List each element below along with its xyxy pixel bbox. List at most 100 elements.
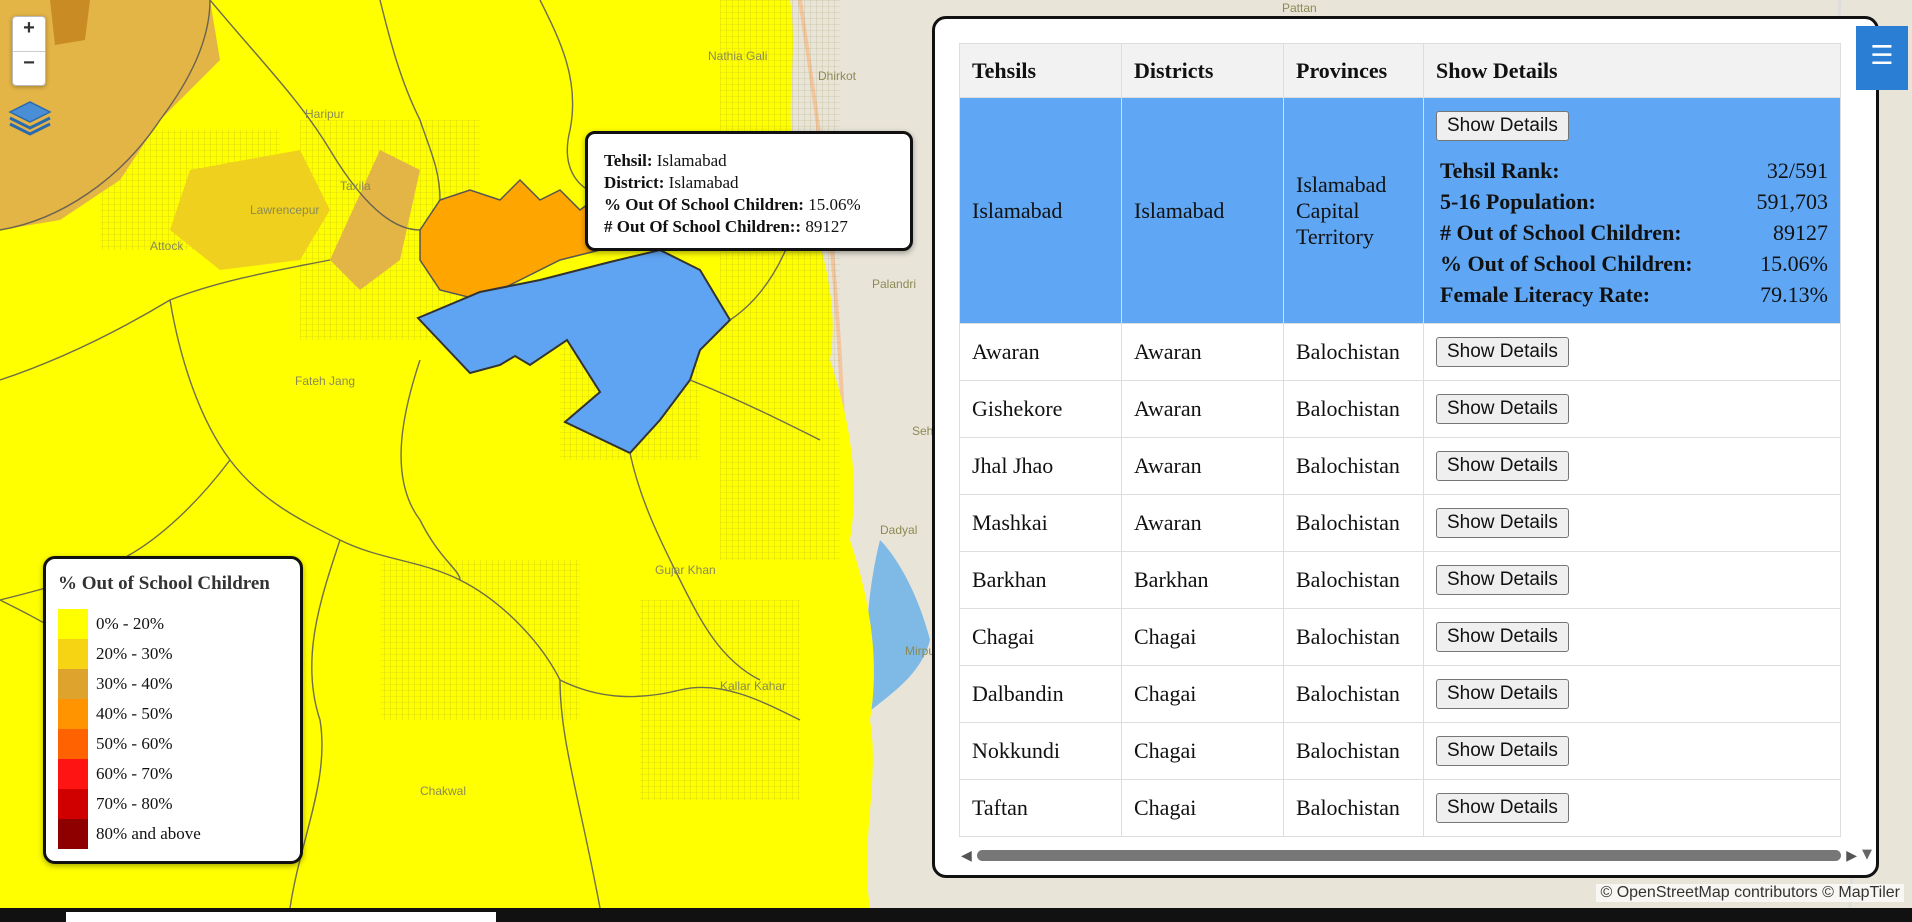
cell-details: Show Details (1423, 551, 1841, 609)
layers-icon[interactable] (6, 92, 54, 140)
table-header-row: Tehsils Districts Provinces Show Details (959, 43, 1841, 98)
show-details-button[interactable]: Show Details (1436, 736, 1569, 766)
detail-value: 79.13% (1760, 282, 1828, 307)
detail-label: Female Literacy Rate: (1440, 282, 1651, 307)
detail-label: # Out of School Children: (1440, 220, 1682, 245)
cell-district: Awaran (1121, 494, 1284, 552)
svg-text:Kallar Kahar: Kallar Kahar (720, 679, 786, 693)
legend-swatch (58, 789, 88, 819)
svg-text:Dhirkot: Dhirkot (818, 69, 857, 83)
scroll-left-arrow-icon[interactable]: ◀ (961, 848, 972, 864)
cell-district: Awaran (1121, 323, 1284, 381)
detail-value: 591,703 (1756, 189, 1829, 214)
show-details-button[interactable]: Show Details (1436, 337, 1569, 367)
legend-label: 30% - 40% (96, 674, 173, 693)
legend-item: 50% - 60% (58, 729, 288, 759)
scroll-right-arrow-icon[interactable]: ▶ (1846, 848, 1857, 864)
cell-district: Chagai (1121, 665, 1284, 723)
details-list: Tehsil Rank: 32/591 5-16 Population: 591,70… (1436, 155, 1828, 310)
svg-text:Lawrencepur: Lawrencepur (250, 203, 319, 217)
zoom-in-button[interactable]: + (13, 17, 45, 51)
show-details-button[interactable]: Show Details (1436, 508, 1569, 538)
tooltip-pct-value: 15.06% (808, 195, 861, 214)
cell-details: Show Details (1423, 608, 1841, 666)
table-row[interactable]: Nokkundi Chagai Balochistan Show Details (959, 722, 1841, 780)
detail-value: 89127 (1773, 220, 1828, 245)
horizontal-scrollbar[interactable]: ◀ ▶ (959, 845, 1859, 864)
cell-province: Balochistan (1283, 323, 1424, 381)
cell-details: Show Details (1423, 323, 1841, 381)
table-row[interactable]: Barkhan Barkhan Balochistan Show Details (959, 551, 1841, 609)
show-details-button[interactable]: Show Details (1436, 622, 1569, 652)
details-panel: Tehsils Districts Provinces Show Details… (932, 16, 1879, 878)
header-tehsils[interactable]: Tehsils (959, 43, 1122, 98)
svg-text:Pattan: Pattan (1282, 1, 1317, 15)
detail-label: 5-16 Population: (1440, 189, 1596, 214)
cell-tehsil: Dalbandin (959, 665, 1122, 723)
tooltip-tehsil-label: Tehsil: (604, 151, 653, 170)
legend-swatch (58, 819, 88, 849)
legend-swatch (58, 609, 88, 639)
cell-tehsil: Nokkundi (959, 722, 1122, 780)
detail-row: Female Literacy Rate: 79.13% (1436, 279, 1828, 310)
table-row[interactable]: Jhal Jhao Awaran Balochistan Show Details (959, 437, 1841, 495)
detail-row: Tehsil Rank: 32/591 (1436, 155, 1828, 186)
show-details-button[interactable]: Show Details (1436, 111, 1569, 141)
cell-tehsil: Awaran (959, 323, 1122, 381)
cell-province: Balochistan (1283, 494, 1424, 552)
cell-province: Balochistan (1283, 551, 1424, 609)
cell-details: Show Details (1423, 380, 1841, 438)
show-details-button[interactable]: Show Details (1436, 394, 1569, 424)
legend-item: 0% - 20% (58, 609, 288, 639)
cell-details: Show Details Tehsil Rank: 32/591 5-16 Popu… (1423, 97, 1841, 324)
table-row[interactable]: Awaran Awaran Balochistan Show Details (959, 323, 1841, 381)
svg-text:Nathia Gali: Nathia Gali (708, 49, 767, 63)
tooltip-pct-label: % Out Of School Children: (604, 195, 804, 214)
show-details-button[interactable]: Show Details (1436, 451, 1569, 481)
table-row-selected[interactable]: Islamabad Islamabad Islamabad Capital Te… (959, 97, 1841, 324)
header-show-details[interactable]: Show Details (1423, 43, 1841, 98)
table-row[interactable]: Dalbandin Chagai Balochistan Show Details (959, 665, 1841, 723)
cell-district: Awaran (1121, 437, 1284, 495)
scroll-thumb[interactable] (977, 850, 1841, 861)
legend-swatch (58, 759, 88, 789)
table-row[interactable]: Mashkai Awaran Balochistan Show Details (959, 494, 1841, 552)
header-districts[interactable]: Districts (1121, 43, 1284, 98)
cell-province: Balochistan (1283, 722, 1424, 780)
cell-tehsil: Taftan (959, 779, 1122, 837)
show-details-button[interactable]: Show Details (1436, 679, 1569, 709)
zoom-out-button[interactable]: − (13, 51, 45, 85)
legend-label: 20% - 30% (96, 644, 173, 663)
cell-district: Chagai (1121, 608, 1284, 666)
cell-district: Chagai (1121, 779, 1284, 837)
show-details-button[interactable]: Show Details (1436, 565, 1569, 595)
legend-swatch (58, 669, 88, 699)
table-row[interactable]: Chagai Chagai Balochistan Show Details (959, 608, 1841, 666)
legend-title: % Out of School Children (58, 573, 270, 594)
tooltip-num-label: # Out Of School Children:: (604, 217, 802, 236)
tooltip-tehsil-value: Islamabad (656, 151, 727, 170)
svg-text:Chakwal: Chakwal (420, 784, 466, 798)
cell-province: Islamabad Capital Territory (1283, 97, 1424, 324)
table-row[interactable]: Gishekore Awaran Balochistan Show Details (959, 380, 1841, 438)
legend-label: 40% - 50% (96, 704, 173, 723)
detail-row: % Out of School Children: 15.06% (1436, 248, 1828, 279)
tehsil-table: Tehsils Districts Provinces Show Details… (959, 43, 1841, 837)
legend-label: 60% - 70% (96, 764, 173, 783)
menu-button[interactable]: ☰ (1856, 26, 1908, 90)
table-row[interactable]: Taftan Chagai Balochistan Show Details (959, 779, 1841, 837)
scroll-down-arrow-icon[interactable]: ▼ (1862, 847, 1872, 862)
legend-swatch (58, 729, 88, 759)
svg-text:Haripur: Haripur (305, 107, 344, 121)
legend-item: 30% - 40% (58, 669, 288, 699)
legend-item: 20% - 30% (58, 639, 288, 669)
map-attribution[interactable]: © OpenStreetMap contributors © MapTiler (1596, 884, 1904, 902)
cell-district: Awaran (1121, 380, 1284, 438)
show-details-button[interactable]: Show Details (1436, 793, 1569, 823)
cell-province: Balochistan (1283, 380, 1424, 438)
cell-details: Show Details (1423, 779, 1841, 837)
header-provinces[interactable]: Provinces (1283, 43, 1424, 98)
table-scroll-area[interactable]: Tehsils Districts Provinces Show Details… (959, 43, 1859, 851)
detail-value: 32/591 (1766, 158, 1828, 183)
cell-details: Show Details (1423, 722, 1841, 780)
